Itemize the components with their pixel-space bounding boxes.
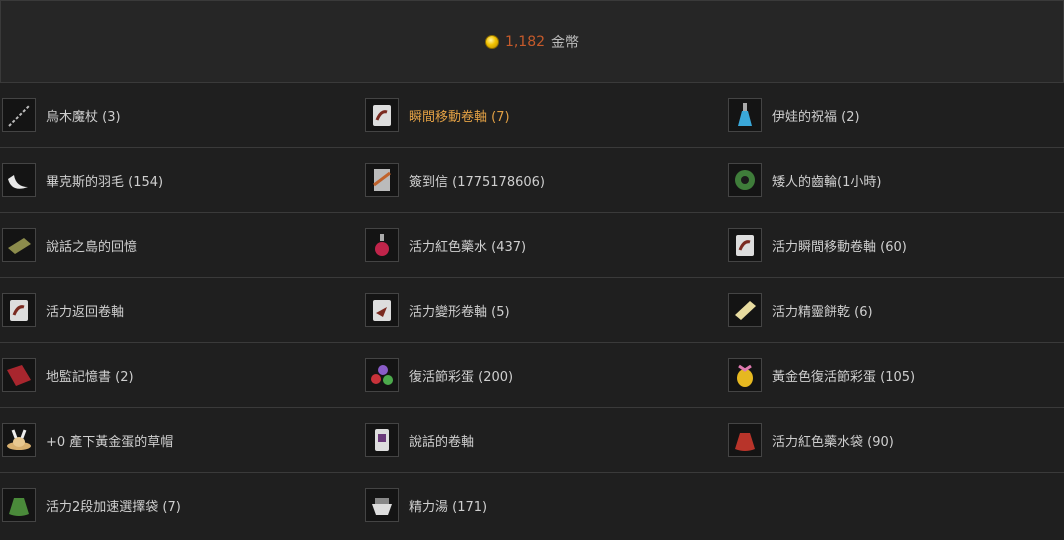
item-label: 烏木魔杖 (3) (46, 109, 121, 125)
list-item[interactable]: 瞬間移動卷軸 (7) (363, 83, 726, 147)
item-label: 活力紅色藥水袋 (90) (772, 434, 894, 450)
list-item[interactable]: 烏木魔杖 (3) (0, 83, 363, 147)
golden-egg-icon (728, 358, 762, 392)
scroll-icon (365, 293, 399, 327)
list-item[interactable]: +0 產下黃金蛋的草帽 (0, 408, 363, 472)
list-item[interactable]: 畢克斯的羽毛 (154) (0, 148, 363, 212)
feather-icon (2, 163, 36, 197)
list-item[interactable]: 地監記憶書 (2) (0, 343, 363, 407)
cookie-icon (728, 293, 762, 327)
item-label: 矮人的齒輪(1小時) (772, 174, 882, 190)
scroll-icon (728, 228, 762, 262)
list-item[interactable]: 活力紅色藥水 (437) (363, 213, 726, 277)
scroll-icon (365, 423, 399, 457)
item-label: +0 產下黃金蛋的草帽 (46, 434, 174, 450)
item-label: 精力湯 (171) (409, 499, 488, 515)
scroll-icon (2, 293, 36, 327)
list-item[interactable]: 說話的卷軸 (363, 408, 726, 472)
red-book-icon (2, 358, 36, 392)
list-item[interactable]: 活力瞬間移動卷軸 (60) (726, 213, 1064, 277)
table-row: 活力2段加速選擇袋 (7) 精力湯 (171) (0, 472, 1064, 537)
table-row: 地監記憶書 (2) 復活節彩蛋 (200) 黃金色復活節彩蛋 (105) (0, 342, 1064, 407)
list-item[interactable]: 矮人的齒輪(1小時) (726, 148, 1064, 212)
item-label: 活力精靈餅乾 (6) (772, 304, 873, 320)
item-label: 說話之島的回憶 (46, 239, 138, 255)
item-label: 活力瞬間移動卷軸 (60) (772, 239, 907, 255)
book-icon (2, 228, 36, 262)
green-bag-icon (2, 488, 36, 522)
scroll-icon (365, 98, 399, 132)
letter-icon (365, 163, 399, 197)
table-row: 烏木魔杖 (3) 瞬間移動卷軸 (7) 伊娃的祝福 (2) (0, 82, 1064, 147)
list-item[interactable]: 活力返回卷軸 (0, 278, 363, 342)
item-label: 伊娃的祝福 (2) (772, 109, 860, 125)
list-item[interactable]: 說話之島的回憶 (0, 213, 363, 277)
table-row: 說話之島的回憶 活力紅色藥水 (437) 活力瞬間移動卷軸 (60) (0, 212, 1064, 277)
list-item[interactable]: 活力紅色藥水袋 (90) (726, 408, 1064, 472)
item-label: 活力變形卷軸 (5) (409, 304, 510, 320)
potion-bottle-icon (728, 98, 762, 132)
easter-eggs-icon (365, 358, 399, 392)
gold-balance-header: 1,182 金幣 (0, 0, 1064, 82)
list-item[interactable]: 活力精靈餅乾 (6) (726, 278, 1064, 342)
table-row: +0 產下黃金蛋的草帽 說話的卷軸 活力紅色藥水袋 (90) (0, 407, 1064, 472)
red-bag-icon (728, 423, 762, 457)
list-item[interactable]: 精力湯 (171) (363, 473, 726, 537)
item-label: 畢克斯的羽毛 (154) (46, 174, 164, 190)
item-label: 活力紅色藥水 (437) (409, 239, 527, 255)
gold-unit: 金幣 (551, 34, 580, 51)
list-item[interactable]: 簽到信 (1775178606) (363, 148, 726, 212)
wand-icon (2, 98, 36, 132)
red-potion-icon (365, 228, 399, 262)
item-label: 黃金色復活節彩蛋 (105) (772, 369, 916, 385)
list-item[interactable]: 黃金色復活節彩蛋 (105) (726, 343, 1064, 407)
item-label: 活力2段加速選擇袋 (7) (46, 499, 181, 515)
item-label: 說話的卷軸 (409, 434, 475, 450)
list-item[interactable]: 活力2段加速選擇袋 (7) (0, 473, 363, 537)
list-item[interactable]: 活力變形卷軸 (5) (363, 278, 726, 342)
gold-coin-icon (484, 34, 499, 49)
list-item[interactable]: 復活節彩蛋 (200) (363, 343, 726, 407)
soup-icon (365, 488, 399, 522)
gear-icon (728, 163, 762, 197)
table-row: 活力返回卷軸 活力變形卷軸 (5) 活力精靈餅乾 (6) (0, 277, 1064, 342)
item-label: 復活節彩蛋 (200) (409, 369, 514, 385)
straw-hat-icon (2, 423, 36, 457)
list-item[interactable]: 伊娃的祝福 (2) (726, 83, 1064, 147)
item-label: 簽到信 (1775178606) (409, 174, 545, 190)
item-label: 活力返回卷軸 (46, 304, 125, 320)
table-row: 畢克斯的羽毛 (154) 簽到信 (1775178606) 矮人的齒輪(1小時) (0, 147, 1064, 212)
item-list: 烏木魔杖 (3) 瞬間移動卷軸 (7) 伊娃的祝福 (2) 畢克斯的羽毛 (15… (0, 82, 1064, 540)
item-label: 瞬間移動卷軸 (7) (409, 109, 510, 125)
gold-amount: 1,182 (504, 33, 546, 50)
item-label: 地監記憶書 (2) (46, 369, 134, 385)
